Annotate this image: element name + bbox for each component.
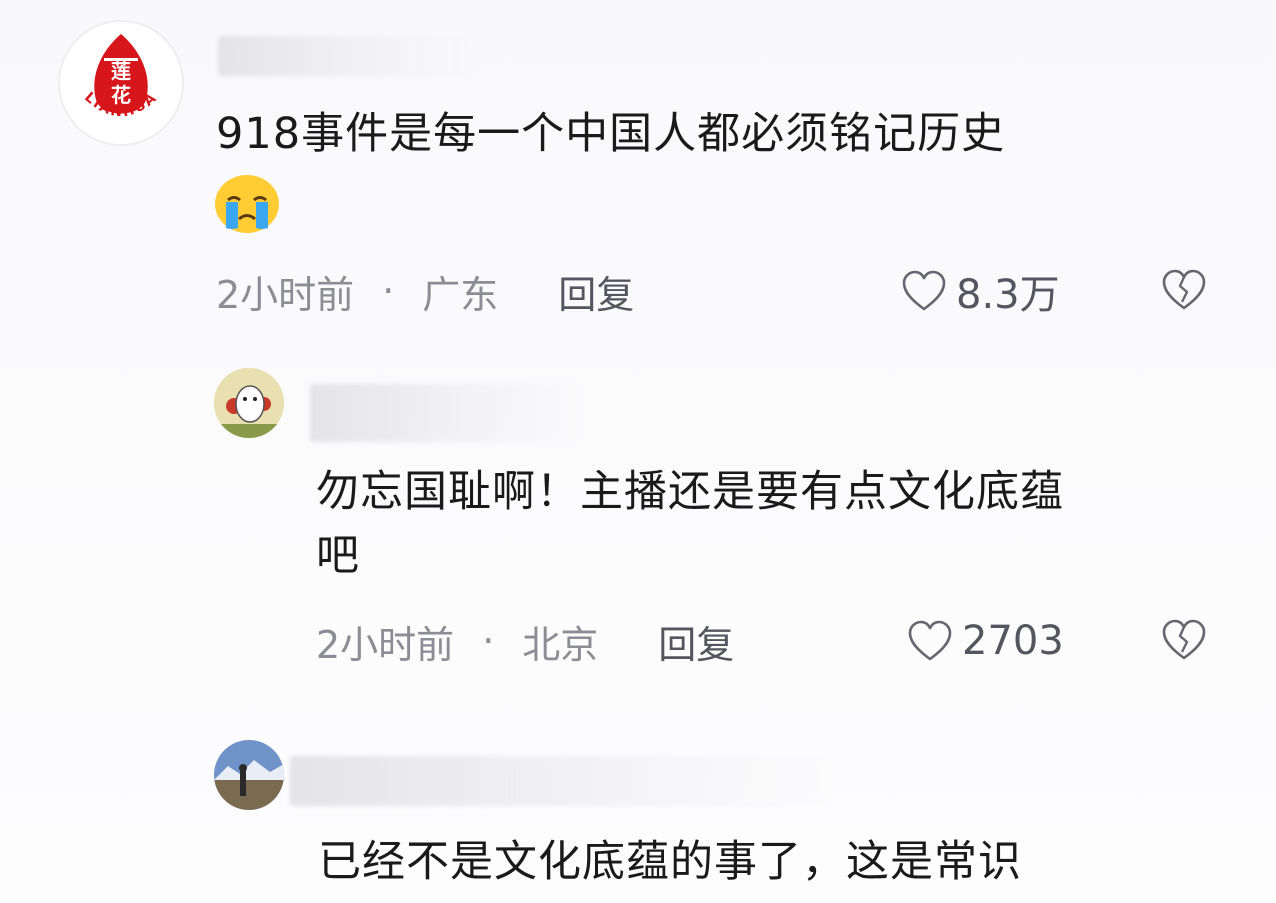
username-blurred <box>310 384 580 442</box>
dislike-button[interactable] <box>1160 616 1208 664</box>
reply-button[interactable]: 回复 <box>658 614 734 669</box>
username-blurred <box>290 756 830 806</box>
heart-outline-icon <box>908 620 952 661</box>
broken-heart-icon <box>1162 619 1206 660</box>
comment-text: 918事件是每一个中国人都必须铭记历史 <box>216 109 1006 159</box>
meta-separator: · <box>382 269 395 313</box>
comment-meta: 2小时前 · 北京 回复 <box>316 614 734 669</box>
like-count: 8.3万 <box>956 272 1060 318</box>
comment-location: 北京 <box>522 622 599 667</box>
user-avatar-lianhua[interactable]: 莲 花 LIANHUA <box>58 20 184 146</box>
comment-text: 已经不是文化底蕴的事了，这是常识 <box>318 837 1022 887</box>
landscape-avatar-icon <box>214 740 284 810</box>
username-blurred <box>218 36 476 76</box>
user-avatar[interactable] <box>214 368 284 438</box>
comment-location: 广东 <box>422 272 499 317</box>
meta-separator: · <box>482 619 495 663</box>
heart-outline-icon <box>902 270 946 311</box>
comment-time: 2小时前 <box>316 622 455 667</box>
like-count: 2703 <box>962 618 1064 664</box>
cartoon-avatar-icon <box>214 368 284 438</box>
comment-time: 2小时前 <box>216 272 355 317</box>
svg-text:莲: 莲 <box>111 59 131 83</box>
comment-text-line: 吧 <box>316 531 360 581</box>
comment-text: 勿忘国耻啊！主播还是要有点文化底蕴 吧 <box>316 462 1246 586</box>
dislike-button[interactable] <box>1160 266 1208 314</box>
broken-heart-icon <box>1162 269 1206 310</box>
user-avatar[interactable] <box>214 740 284 810</box>
crying-emoji-icon <box>214 174 280 234</box>
lianhua-logo-icon: 莲 花 LIANHUA <box>81 34 159 120</box>
reply-button[interactable]: 回复 <box>558 264 634 319</box>
comment-text-line: 勿忘国耻啊！主播还是要有点文化底蕴 <box>316 467 1064 517</box>
like-button[interactable]: 8.3万 <box>900 266 1060 318</box>
comment-thread: 莲 花 LIANHUA 918事件是每一个中国人都必须铭记历史 2小时前 · 广… <box>0 0 1276 903</box>
like-button[interactable]: 2703 <box>906 616 1064 666</box>
comment-meta: 2小时前 · 广东 回复 <box>216 264 634 319</box>
